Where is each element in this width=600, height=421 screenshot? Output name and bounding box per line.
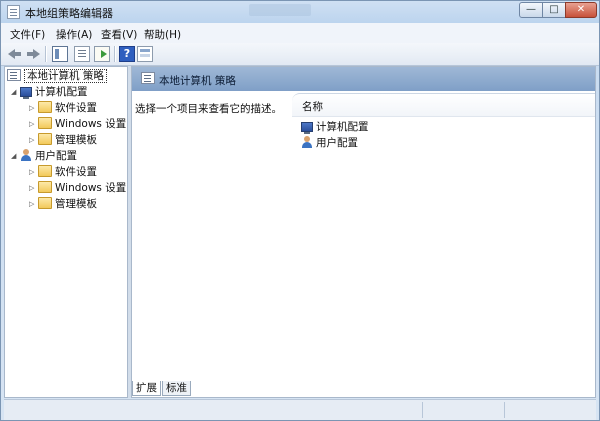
toolbar-separator xyxy=(45,46,47,62)
item-list: 名称 计算机配置 用户配置 xyxy=(292,93,595,397)
tree-item-label: 本地计算机 策略 xyxy=(24,69,107,83)
view-mode-icon[interactable] xyxy=(137,46,153,62)
tree-item-label: Windows 设置 xyxy=(55,182,127,194)
tree-item-label: 软件设置 xyxy=(55,102,97,114)
title-bar[interactable]: 本地组策略编辑器 — □ ✕ xyxy=(1,1,599,23)
folder-icon xyxy=(38,197,52,209)
menu-bar: 文件(F) 操作(A) 查看(V) 帮助(H) xyxy=(1,23,599,44)
menu-file[interactable]: 文件(F) xyxy=(10,27,45,42)
tree-item-local-policy[interactable]: 本地计算机 策略 xyxy=(7,68,107,84)
policy-icon xyxy=(141,72,155,84)
tree-item-label: Windows 设置 xyxy=(55,118,127,130)
tab-standard[interactable]: 标准 xyxy=(162,381,191,396)
list-item-computer-config[interactable]: 计算机配置 xyxy=(301,119,369,135)
tree-item-software-settings[interactable]: ▷ 软件设置 xyxy=(29,164,97,180)
user-icon xyxy=(20,149,32,161)
details-header-bar: 本地计算机 策略 xyxy=(132,67,595,91)
folder-icon xyxy=(38,101,52,113)
status-bar xyxy=(4,399,596,420)
toolbar-separator xyxy=(114,46,116,62)
list-item-user-config[interactable]: 用户配置 xyxy=(301,135,358,151)
collapsed-arrow-icon[interactable]: ▷ xyxy=(29,132,38,148)
menu-view[interactable]: 查看(V) xyxy=(101,27,137,42)
status-divider xyxy=(504,402,505,418)
computer-icon xyxy=(301,122,313,134)
forward-arrow-icon[interactable] xyxy=(25,46,41,62)
collapsed-arrow-icon[interactable]: ▷ xyxy=(29,180,38,196)
list-item-label: 计算机配置 xyxy=(316,121,369,133)
minimize-icon: — xyxy=(526,4,536,15)
tree-item-user-config[interactable]: ◢ 用户配置 xyxy=(11,148,77,164)
maximize-button[interactable]: □ xyxy=(542,2,566,18)
help-icon[interactable]: ? xyxy=(119,46,135,62)
details-header-title: 本地计算机 策略 xyxy=(159,75,236,87)
maximize-icon: □ xyxy=(549,4,559,15)
user-icon xyxy=(301,136,313,148)
toolbar: ? xyxy=(1,43,599,66)
close-icon: ✕ xyxy=(576,4,586,15)
view-tabs: 扩展 标准 xyxy=(132,381,332,397)
tree-item-admin-templates[interactable]: ▷ 管理模板 xyxy=(29,196,97,212)
tree-item-admin-templates[interactable]: ▷ 管理模板 xyxy=(29,132,97,148)
folder-icon xyxy=(38,181,52,193)
tree-item-label: 软件设置 xyxy=(55,166,97,178)
menu-help[interactable]: 帮助(H) xyxy=(144,27,181,42)
tree-item-windows-settings[interactable]: ▷ Windows 设置 xyxy=(29,116,126,132)
show-hide-tree-icon[interactable] xyxy=(52,46,68,62)
collapsed-arrow-icon[interactable]: ▷ xyxy=(29,164,38,180)
export-list-icon[interactable] xyxy=(94,46,110,62)
tab-extended[interactable]: 扩展 xyxy=(132,381,161,396)
folder-icon xyxy=(38,133,52,145)
window-title: 本地组策略编辑器 xyxy=(25,7,113,20)
tree-item-windows-settings[interactable]: ▷ Windows 设置 xyxy=(29,180,126,196)
tree-item-software-settings[interactable]: ▷ 软件设置 xyxy=(29,100,97,116)
policy-editor-icon xyxy=(7,5,20,19)
close-button[interactable]: ✕ xyxy=(565,2,597,18)
collapsed-arrow-icon[interactable]: ▷ xyxy=(29,100,38,116)
details-pane: 本地计算机 策略 选择一个项目来查看它的描述。 名称 计算机配置 用户配置 xyxy=(131,66,596,398)
tree-item-computer-config[interactable]: ◢ 计算机配置 xyxy=(11,84,88,100)
tree-item-label: 计算机配置 xyxy=(35,86,88,98)
column-header-label: 名称 xyxy=(302,101,323,113)
menu-action[interactable]: 操作(A) xyxy=(56,27,92,42)
navigation-tree: 本地计算机 策略 ◢ 计算机配置 ▷ 软件设置 ▷ Windows 设置 ▷ 管理模板 … xyxy=(4,66,128,398)
status-divider xyxy=(422,402,423,418)
expanded-arrow-icon[interactable]: ◢ xyxy=(11,84,20,100)
column-header-name[interactable]: 名称 xyxy=(292,93,595,117)
tree-item-label: 管理模板 xyxy=(55,134,97,146)
main-window: 本地组策略编辑器 — □ ✕ 文件(F) 操作(A) 查看(V) 帮助(H) ?… xyxy=(0,0,600,421)
computer-icon xyxy=(20,87,32,99)
list-item-label: 用户配置 xyxy=(316,137,358,149)
folder-icon xyxy=(38,117,52,129)
collapsed-arrow-icon[interactable]: ▷ xyxy=(29,116,38,132)
collapsed-arrow-icon[interactable]: ▷ xyxy=(29,196,38,212)
folder-icon xyxy=(38,165,52,177)
expanded-arrow-icon[interactable]: ◢ xyxy=(11,148,20,164)
tree-item-label: 用户配置 xyxy=(35,150,77,162)
background-window-title xyxy=(249,4,311,16)
properties-icon[interactable] xyxy=(74,46,90,62)
minimize-button[interactable]: — xyxy=(519,2,543,18)
policy-icon xyxy=(7,69,21,81)
description-text: 选择一个项目来查看它的描述。 xyxy=(135,103,282,115)
back-arrow-icon[interactable] xyxy=(7,46,23,62)
tree-item-label: 管理模板 xyxy=(55,198,97,210)
